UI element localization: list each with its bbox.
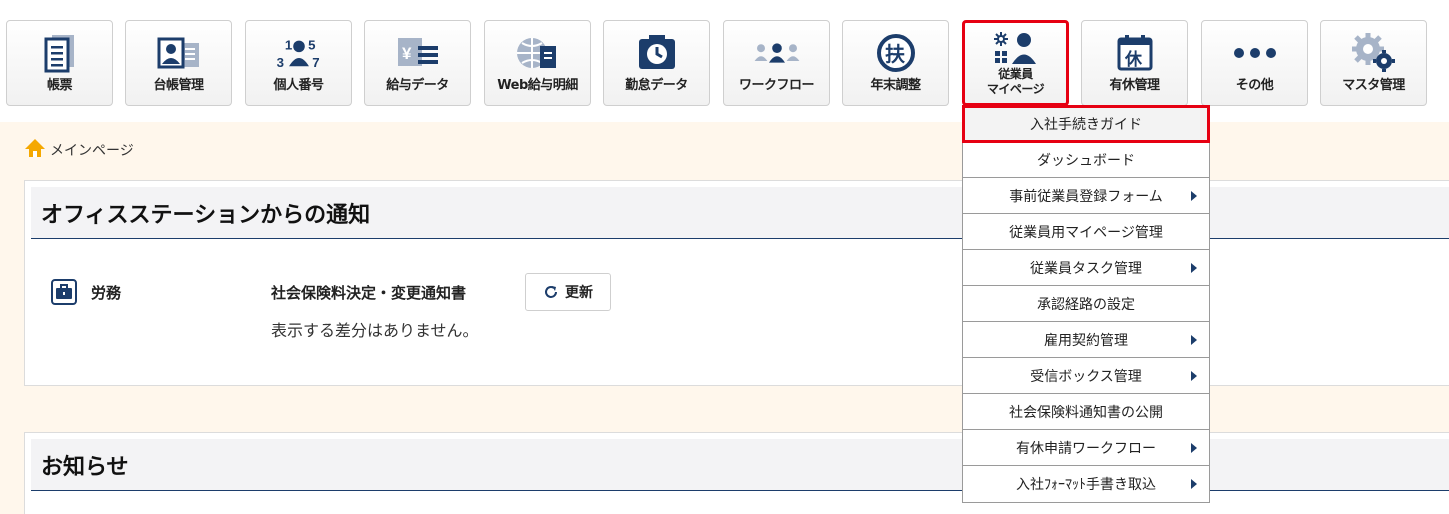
- nav-button-more[interactable]: その他: [1201, 20, 1308, 106]
- nav-label: 勤怠データ: [625, 78, 688, 93]
- nav-button-ledger[interactable]: 台帳管理: [125, 20, 232, 106]
- personal-number-icon: 1537: [275, 33, 323, 73]
- news-panel-title: お知らせ: [31, 439, 1449, 491]
- svg-text:休: 休: [1124, 49, 1143, 70]
- master-settings-icon: [1350, 33, 1398, 73]
- nav-label: マスタ管理: [1342, 78, 1405, 93]
- dropdown-item-onboarding-guide[interactable]: 入社手続きガイド: [962, 105, 1210, 143]
- refresh-icon: [543, 284, 559, 300]
- breadcrumb: メインページ: [24, 138, 134, 162]
- more-icon: [1231, 33, 1279, 73]
- nav-label: 有休管理: [1109, 78, 1160, 93]
- dropdown-item-inbox-management[interactable]: 受信ボックス管理: [963, 358, 1209, 394]
- dropdown-item-mypage-management[interactable]: 従業員用マイページ管理: [963, 214, 1209, 250]
- dropdown-item-leave-workflow[interactable]: 有休申請ワークフロー: [963, 430, 1209, 466]
- home-icon[interactable]: [24, 138, 46, 162]
- top-navigation: 帳票 台帳管理 1537 個人番号 ¥ 給与データ Web給与明細 勤怠データ: [0, 0, 1449, 122]
- breadcrumb-home-link[interactable]: メインページ: [50, 140, 134, 160]
- svg-text:5: 5: [308, 38, 315, 53]
- notice-message: 表示する差分はありません。: [271, 321, 479, 340]
- nav-button-personal-number[interactable]: 1537 個人番号: [245, 20, 352, 106]
- nav-label: 年末調整: [870, 78, 921, 93]
- svg-text:7: 7: [312, 55, 319, 70]
- notice-panel-title: オフィスステーションからの通知: [31, 187, 1449, 239]
- nav-button-employee-mypage[interactable]: 従業員 マイページ: [962, 20, 1069, 106]
- refresh-button[interactable]: 更新: [525, 273, 611, 311]
- notice-category: 労務: [51, 279, 121, 305]
- briefcase-icon: [51, 279, 77, 305]
- submenu-arrow-icon: [1191, 263, 1197, 273]
- nav-button-web-payslip[interactable]: Web給与明細: [484, 20, 591, 106]
- nav-button-salary-data[interactable]: ¥ 給与データ: [364, 20, 471, 106]
- employee-mypage-dropdown: 入社手続きガイド ダッシュボード 事前従業員登録フォーム 従業員用マイページ管理…: [962, 105, 1210, 503]
- employee-mypage-icon: [992, 31, 1040, 65]
- submenu-arrow-icon: [1191, 371, 1197, 381]
- nav-button-workflow[interactable]: ワークフロー: [723, 20, 830, 106]
- refresh-button-label: 更新: [565, 285, 593, 301]
- notice-title: 社会保険料決定・変更通知書: [271, 284, 467, 302]
- year-end-icon: 扶: [872, 33, 920, 73]
- web-payslip-icon: [514, 33, 562, 73]
- submenu-arrow-icon: [1191, 479, 1197, 489]
- svg-text:扶: 扶: [885, 42, 906, 66]
- dropdown-item-handwritten-import[interactable]: 入社ﾌｫｰﾏｯﾄ手書き取込: [963, 466, 1209, 502]
- dropdown-item-pre-registration-form[interactable]: 事前従業員登録フォーム: [963, 178, 1209, 214]
- nav-button-report[interactable]: 帳票: [6, 20, 113, 106]
- workflow-icon: [753, 33, 801, 73]
- report-icon: [36, 33, 84, 73]
- paid-leave-icon: 休: [1111, 33, 1159, 73]
- nav-label: 給与データ: [386, 78, 449, 93]
- nav-label: ワークフロー: [738, 78, 815, 93]
- ledger-icon: [155, 33, 203, 73]
- notice-panel: オフィスステーションからの通知 労務 社会保険料決定・変更通知書 更新 表示する…: [24, 180, 1449, 386]
- svg-text:¥: ¥: [402, 44, 412, 63]
- dropdown-item-insurance-notice-publish[interactable]: 社会保険料通知書の公開: [963, 394, 1209, 430]
- nav-label: 帳票: [46, 78, 73, 93]
- submenu-arrow-icon: [1191, 443, 1197, 453]
- attendance-icon: [633, 33, 681, 73]
- news-panel: お知らせ: [24, 432, 1449, 514]
- submenu-arrow-icon: [1191, 335, 1197, 345]
- svg-text:1: 1: [284, 38, 291, 53]
- svg-text:3: 3: [276, 55, 283, 70]
- salary-data-icon: ¥: [394, 33, 442, 73]
- nav-label: 個人番号: [273, 78, 324, 93]
- nav-button-master[interactable]: マスタ管理: [1320, 20, 1427, 106]
- nav-label: その他: [1235, 78, 1274, 93]
- nav-button-year-end[interactable]: 扶 年末調整: [842, 20, 949, 106]
- nav-button-attendance[interactable]: 勤怠データ: [603, 20, 710, 106]
- dropdown-item-approval-route[interactable]: 承認経路の設定: [963, 286, 1209, 322]
- nav-label: 従業員 マイページ: [986, 67, 1045, 96]
- submenu-arrow-icon: [1191, 191, 1197, 201]
- dropdown-item-dashboard[interactable]: ダッシュボード: [963, 142, 1209, 178]
- nav-label: 台帳管理: [153, 78, 204, 93]
- dropdown-item-task-management[interactable]: 従業員タスク管理: [963, 250, 1209, 286]
- nav-button-paid-leave[interactable]: 休 有休管理: [1081, 20, 1188, 106]
- dropdown-item-employment-contract[interactable]: 雇用契約管理: [963, 322, 1209, 358]
- nav-label: Web給与明細: [497, 78, 578, 93]
- notice-category-label: 労務: [91, 283, 122, 302]
